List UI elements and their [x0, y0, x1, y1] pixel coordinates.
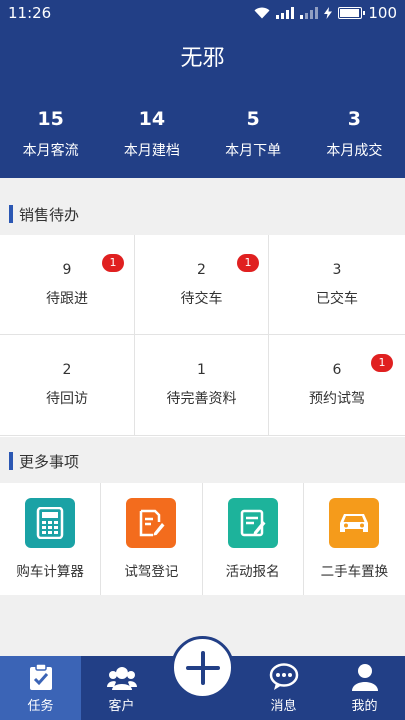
- tab-customers[interactable]: 客户: [81, 656, 162, 720]
- message-bubble-icon: [269, 663, 298, 690]
- stat-label: 本月客流: [22, 143, 79, 159]
- stat-visitors[interactable]: 15 本月客流: [0, 108, 101, 160]
- todo-test-drive[interactable]: 6 预约试驾 1: [269, 335, 405, 436]
- todo-count: 3: [332, 262, 342, 278]
- tab-label: 任务: [27, 699, 54, 714]
- section-title: 更多事项: [19, 452, 80, 471]
- todo-count: 1: [197, 362, 206, 378]
- tab-label: 消息: [270, 699, 297, 714]
- todo-label: 待跟进: [46, 291, 88, 307]
- status-icons: 100: [254, 4, 397, 22]
- test-drive-register-item[interactable]: 试驾登记: [101, 483, 203, 595]
- todo-label: 待回访: [46, 391, 88, 407]
- signal-3g-icon: [276, 7, 295, 19]
- battery-icon: [338, 7, 366, 19]
- section-accent-bar: [9, 452, 13, 470]
- car-icon: [329, 498, 380, 548]
- section-title: 销售待办: [19, 205, 80, 224]
- stat-orders[interactable]: 5 本月下单: [203, 108, 304, 160]
- page-title: 无邪: [180, 46, 225, 71]
- todo-revisit[interactable]: 2 待回访: [0, 335, 135, 436]
- section-accent-bar: [9, 205, 13, 223]
- add-button[interactable]: [171, 636, 234, 699]
- tab-label: 客户: [108, 699, 135, 714]
- monthly-stats: 15 本月客流 14 本月建档 5 本月下单 3 本月成交: [0, 108, 405, 160]
- customers-icon: [106, 667, 137, 690]
- charging-icon: [324, 7, 333, 19]
- todo-count: 2: [62, 362, 72, 378]
- tab-tasks[interactable]: 任务: [0, 656, 81, 720]
- event-signup-item[interactable]: 活动报名: [203, 483, 304, 595]
- tool-label: 购车计算器: [16, 564, 84, 580]
- more-items-header: 更多事项: [0, 440, 405, 482]
- edit-document-icon: [126, 498, 177, 548]
- battery-percent: 100: [368, 4, 397, 22]
- stat-value: 3: [347, 108, 361, 130]
- tool-label: 活动报名: [225, 564, 280, 580]
- tool-label: 二手车置换: [320, 564, 389, 580]
- todo-label: 待完善资料: [166, 391, 237, 407]
- status-time: 11:26: [8, 4, 52, 22]
- header: 无邪 15 本月客流 14 本月建档 5 本月下单 3 本月成交: [0, 26, 405, 178]
- todo-follow-up[interactable]: 9 待跟进 1: [0, 235, 135, 335]
- todo-complete-info[interactable]: 1 待完善资料: [135, 335, 269, 436]
- notification-badge: 1: [102, 254, 124, 272]
- todo-label: 预约试驾: [309, 391, 365, 407]
- notification-badge: 1: [371, 354, 393, 372]
- stat-value: 15: [37, 108, 64, 130]
- signup-form-icon: [227, 498, 278, 548]
- stat-label: 本月建档: [123, 143, 180, 159]
- plus-icon: [185, 650, 220, 685]
- stat-profiles[interactable]: 14 本月建档: [101, 108, 202, 160]
- tab-profile[interactable]: 我的: [324, 656, 405, 720]
- stat-label: 本月成交: [326, 143, 383, 159]
- stat-deals[interactable]: 3 本月成交: [304, 108, 405, 160]
- tab-label: 我的: [351, 699, 378, 714]
- notification-badge: 1: [237, 254, 259, 272]
- task-clipboard-icon: [29, 663, 52, 690]
- stat-label: 本月下单: [225, 143, 282, 159]
- profile-icon: [351, 664, 378, 691]
- tool-label: 试驾登记: [124, 564, 179, 580]
- used-car-tradein-item[interactable]: 二手车置换: [304, 483, 405, 595]
- stat-value: 14: [138, 108, 166, 130]
- todo-delivered[interactable]: 3 已交车: [269, 235, 405, 335]
- wifi-icon: [254, 7, 270, 19]
- sales-todo-header: 销售待办: [0, 193, 405, 235]
- car-calculator-item[interactable]: 购车计算器: [0, 483, 102, 595]
- todo-label: 待交车: [180, 291, 223, 307]
- todo-label: 已交车: [316, 291, 358, 307]
- more-items-grid: 购车计算器 试驾登记 活动报名 二手车置换: [0, 483, 405, 595]
- calculator-icon: [25, 498, 76, 548]
- tab-messages[interactable]: 消息: [243, 656, 324, 720]
- todo-pending-delivery[interactable]: 2 待交车 1: [135, 235, 269, 335]
- signal-4g-icon: [300, 7, 319, 19]
- status-bar: 11:26 100: [0, 0, 405, 26]
- sales-todo-grid: 9 待跟进 1 2 待交车 1 3 已交车 2 待回访 1 待完善资料 6 预约…: [0, 235, 405, 437]
- stat-value: 5: [246, 108, 260, 130]
